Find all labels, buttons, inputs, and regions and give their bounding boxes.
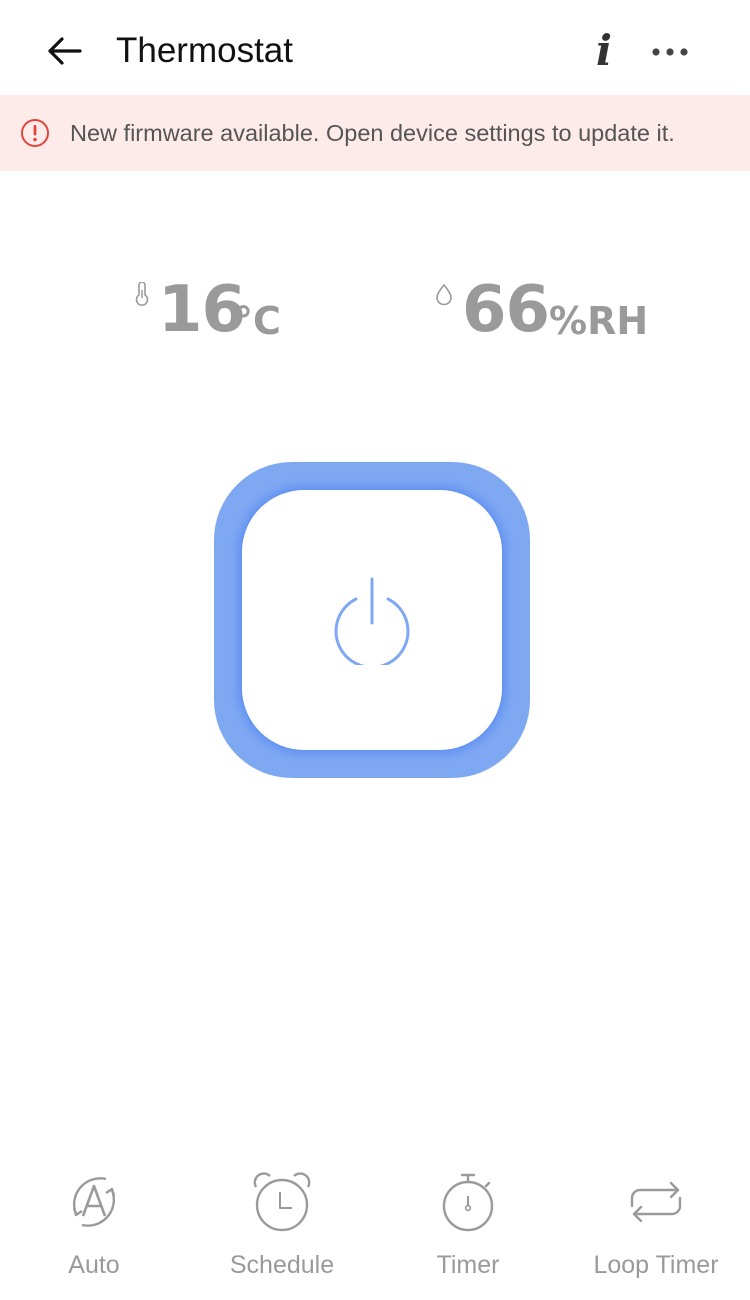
temperature-reading: 16 °C — [130, 268, 300, 358]
info-icon: i — [596, 25, 612, 75]
power-button[interactable] — [214, 462, 530, 778]
power-icon — [334, 577, 410, 665]
temperature-unit: °C — [234, 299, 281, 343]
tab-schedule-label: Schedule — [229, 1251, 335, 1279]
stopwatch-icon — [442, 1173, 494, 1232]
tab-loop-timer[interactable]: Loop Timer — [562, 1160, 750, 1290]
tab-auto-label: Auto — [68, 1251, 120, 1279]
more-options-button[interactable] — [646, 32, 694, 72]
arrow-left-icon — [48, 37, 82, 65]
water-drop-icon — [436, 283, 452, 306]
firmware-update-banner[interactable]: New firmware available. Open device sett… — [0, 95, 750, 171]
tab-timer[interactable]: Timer — [374, 1160, 562, 1290]
tab-schedule[interactable]: Schedule — [188, 1160, 376, 1290]
temperature-value: 16 — [158, 273, 246, 347]
power-button-face — [242, 490, 502, 750]
info-button[interactable]: i — [584, 25, 624, 75]
thermometer-icon — [135, 282, 149, 306]
humidity-value: 66 — [462, 273, 550, 347]
page-title: Thermostat — [116, 31, 293, 70]
loop-icon — [630, 1181, 682, 1223]
bottom-toolbar: Auto Schedule Timer Loop Timer — [0, 1160, 750, 1300]
alert-circle-icon — [21, 119, 49, 147]
alarm-clock-icon — [253, 1172, 311, 1232]
back-button[interactable] — [38, 28, 90, 74]
auto-mode-icon — [72, 1177, 116, 1227]
banner-message: New firmware available. Open device sett… — [70, 120, 675, 146]
more-horizontal-icon — [652, 48, 688, 56]
tab-loop-timer-label: Loop Timer — [593, 1251, 719, 1279]
tab-timer-label: Timer — [436, 1251, 500, 1279]
app-header: Thermostat i — [0, 0, 750, 95]
tab-auto[interactable]: Auto — [0, 1160, 188, 1290]
humidity-unit: %RH — [549, 299, 649, 343]
humidity-reading: 66 %RH — [434, 268, 664, 358]
